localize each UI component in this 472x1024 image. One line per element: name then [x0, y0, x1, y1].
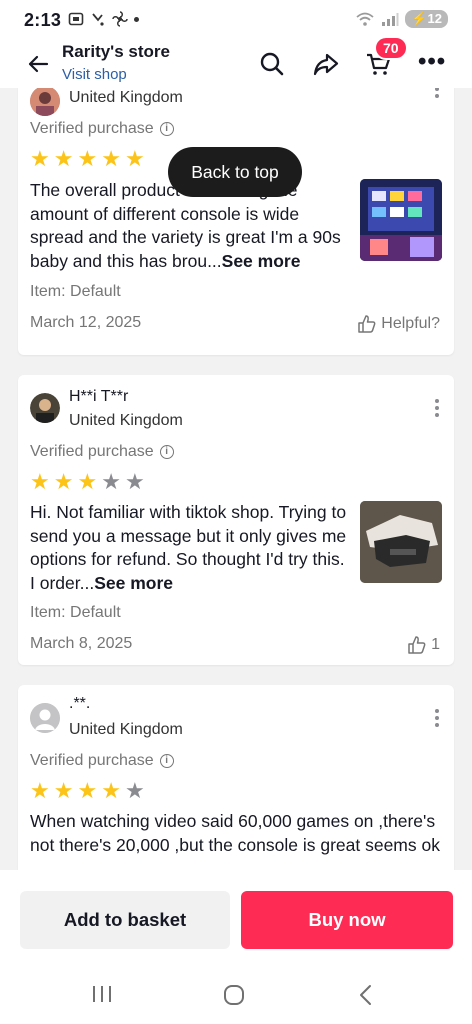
review-options-icon[interactable]	[434, 399, 440, 417]
star-icon: ★	[124, 469, 145, 494]
system-nav-bar	[0, 962, 472, 1024]
status-notification-icons	[68, 11, 139, 27]
reviewer-country: United Kingdom	[69, 412, 183, 429]
item-variant: Item: Default	[30, 283, 121, 300]
star-icon: ★	[124, 146, 145, 171]
add-to-basket-button[interactable]: Add to basket	[20, 891, 230, 949]
review-date: March 12, 2025	[30, 314, 142, 331]
battery-indicator: ⚡12	[405, 10, 448, 28]
more-notifications-dot-icon	[134, 16, 139, 22]
star-icon: ★	[77, 146, 98, 171]
review-date: March 8, 2025	[30, 635, 133, 652]
star-icon: ★	[30, 469, 50, 494]
star-icon: ★	[101, 146, 121, 171]
helpful-button[interactable]: Helpful?	[357, 314, 440, 334]
fan-icon	[112, 11, 128, 27]
review-card: ˇ ʼ United Kingdom Verified purchasei ★★…	[18, 88, 454, 355]
review-photo[interactable]	[360, 501, 442, 583]
reviewer-country: United Kingdom	[69, 89, 183, 106]
verified-purchase: Verified purchase i	[30, 443, 174, 461]
status-bar: 2:13 ⚡12	[0, 0, 472, 40]
signal-icon	[382, 13, 399, 26]
review-photo[interactable]	[360, 179, 442, 261]
battery-level: 12	[427, 11, 442, 26]
review-options-icon[interactable]	[434, 88, 440, 98]
recent-apps-icon[interactable]	[91, 984, 113, 1004]
share-icon[interactable]	[312, 50, 340, 78]
wifi-icon	[356, 12, 374, 26]
review-card: H**i T**r United Kingdom Verified purcha…	[18, 375, 454, 665]
purchase-bar: Add to basket Buy now	[0, 870, 472, 962]
review-text: When watching video said 60,000 games on…	[30, 811, 440, 855]
search-icon[interactable]	[258, 50, 286, 78]
rating-stars: ★ ★ ★ ★ ★	[30, 148, 145, 170]
rating-stars: ★ ★ ★ ★ ★	[30, 471, 145, 493]
star-icon: ★	[101, 778, 121, 803]
home-icon[interactable]	[223, 984, 245, 1006]
star-icon: ★	[77, 469, 98, 494]
store-header: Rarity's store Visit shop 70 •••	[0, 36, 472, 88]
see-more-link[interactable]: See more	[222, 251, 301, 271]
helpful-button[interactable]: 1	[407, 635, 440, 655]
status-right: ⚡12	[355, 10, 448, 28]
star-icon: ★	[53, 778, 74, 803]
rating-stars: ★ ★ ★ ★ ★	[30, 780, 145, 802]
thumbs-up-icon	[358, 315, 376, 333]
avatar	[30, 393, 60, 423]
back-to-top-button[interactable]: Back to top	[168, 147, 302, 197]
star-icon: ★	[77, 778, 98, 803]
review-options-icon[interactable]	[434, 709, 440, 727]
info-icon[interactable]: i	[159, 122, 174, 136]
review-text: Hi. Not familiar with tiktok shop. Tryin…	[30, 502, 347, 593]
star-icon: ★	[53, 146, 74, 171]
reviews-list[interactable]: ˇ ʼ United Kingdom Verified purchasei ★★…	[0, 88, 472, 870]
reviewer-country: United Kingdom	[69, 721, 183, 738]
item-variant: Item: Default	[30, 604, 121, 621]
reviewer-name: H**i T**r	[69, 388, 129, 405]
status-time: 2:13	[24, 10, 62, 30]
avatar	[30, 88, 60, 116]
star-icon: ★	[30, 778, 50, 803]
visit-shop-link[interactable]: Visit shop	[62, 66, 127, 83]
buy-now-button[interactable]: Buy now	[241, 891, 453, 949]
avatar	[30, 703, 60, 733]
screenshot-icon	[68, 12, 84, 26]
star-icon: ★	[30, 146, 50, 171]
star-icon: ★	[124, 778, 145, 803]
reviewer-name: .**.	[69, 695, 91, 712]
verified-purchase: Verified purchase i	[30, 120, 174, 138]
verified-purchase: Verified purchase i	[30, 752, 174, 770]
store-name[interactable]: Rarity's store	[62, 42, 170, 62]
star-icon: ★	[53, 469, 74, 494]
info-icon[interactable]: i	[159, 754, 174, 768]
helpful-label: Helpful?	[381, 315, 440, 332]
see-more-link[interactable]: See more	[94, 573, 173, 593]
back-nav-icon[interactable]	[356, 984, 376, 1006]
review-card: .**. United Kingdom Verified purchase i ★…	[18, 685, 454, 870]
thumbs-up-icon	[408, 636, 426, 654]
star-icon: ★	[101, 469, 121, 494]
more-options-icon[interactable]: •••	[418, 48, 446, 76]
cart-count-badge: 70	[374, 36, 408, 60]
missed-call-icon	[92, 13, 104, 26]
info-icon[interactable]: i	[159, 445, 174, 459]
back-arrow-icon[interactable]	[26, 52, 50, 76]
helpful-count: 1	[431, 636, 440, 653]
battery-bolt-icon: ⚡	[411, 11, 428, 26]
